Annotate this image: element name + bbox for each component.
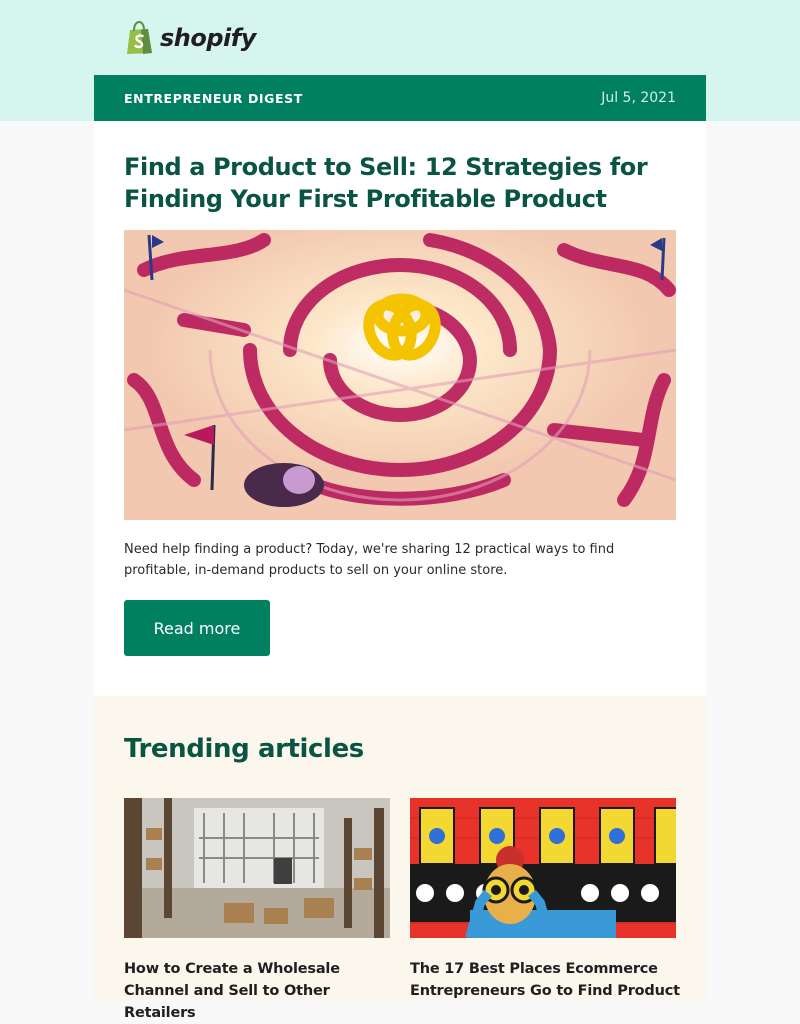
trending-heading: Trending articles bbox=[124, 734, 364, 764]
feature-summary: Need help finding a product? Today, we'r… bbox=[124, 542, 615, 578]
trending-section: Trending articles How to Create a Wholes… bbox=[94, 696, 706, 1021]
article-title-product-sources[interactable]: The 17 Best Places Ecommerce Entrepreneu… bbox=[410, 958, 690, 1002]
feature-image[interactable] bbox=[124, 230, 676, 520]
logo-wordmark: shopify bbox=[160, 24, 256, 52]
warehouse-image[interactable] bbox=[124, 798, 390, 938]
feature-card: Find a Product to Sell: 12 Strategies fo… bbox=[94, 121, 706, 696]
feature-headline[interactable]: Find a Product to Sell: 12 Strategies fo… bbox=[124, 151, 676, 215]
read-more-button[interactable]: Read more bbox=[124, 600, 270, 656]
article-title-wholesale[interactable]: How to Create a Wholesale Channel and Se… bbox=[124, 958, 404, 1024]
shopping-bag-icon bbox=[127, 21, 152, 54]
trending-article-wholesale[interactable]: How to Create a Wholesale Channel and Se… bbox=[124, 798, 390, 1021]
trending-article-product-sources[interactable]: The 17 Best Places Ecommerce Entrepreneu… bbox=[410, 798, 680, 999]
shopify-logo[interactable]: shopify bbox=[124, 20, 256, 56]
digest-label: ENTREPRENEUR DIGEST bbox=[124, 90, 303, 106]
conveyor-binoculars-image[interactable] bbox=[410, 798, 676, 938]
digest-bar: ENTREPRENEUR DIGEST Jul 5, 2021 bbox=[94, 75, 706, 121]
digest-date: Jul 5, 2021 bbox=[601, 90, 676, 106]
